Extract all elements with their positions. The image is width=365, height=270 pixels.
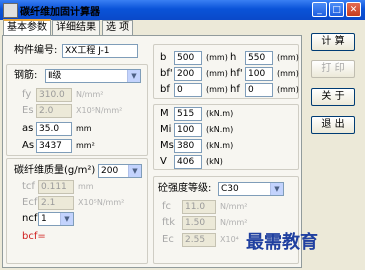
mi-unit: (kN.m): [206, 125, 234, 134]
m-field[interactable]: 515: [174, 107, 202, 121]
window-title: 碳纤维加固计算器: [20, 7, 100, 18]
hf-field[interactable]: 0: [245, 83, 273, 97]
ec-field: 2.55: [182, 233, 216, 247]
tcf-unit: mm: [78, 182, 94, 191]
mi-field[interactable]: 100: [174, 123, 202, 137]
ec-label: Ec: [162, 234, 174, 245]
b-unit: (mm): [206, 53, 228, 62]
minimize-button[interactable]: _: [312, 2, 327, 17]
tab-detail-results[interactable]: 详细结果: [52, 20, 100, 35]
tcf-field: 0.111: [38, 180, 74, 194]
ms-unit: (kN.m): [206, 141, 234, 150]
rebar-grade-select[interactable]: Ⅱ级 ▼: [45, 69, 141, 83]
bf1-label: bf': [160, 68, 173, 79]
h-field[interactable]: 550: [245, 51, 273, 65]
tcf-label: tcf: [22, 181, 35, 192]
as-label: as: [22, 123, 34, 134]
fy-label: fy: [22, 89, 32, 100]
component-field[interactable]: XX工程 J-1: [62, 44, 138, 58]
es-unit: X10⁵N/mm²: [76, 106, 123, 115]
ftk-unit: N/mm²: [220, 218, 248, 227]
print-button[interactable]: 打 印: [311, 60, 355, 78]
fc-field: 11.0: [182, 200, 216, 214]
hf1-label: hf': [230, 68, 243, 79]
bcf-label: bcf=: [22, 231, 46, 242]
about-button[interactable]: 关 于: [311, 88, 355, 106]
hf-label: hf: [230, 84, 240, 95]
close-button[interactable]: ✕: [346, 2, 361, 17]
maximize-button[interactable]: □: [329, 2, 344, 17]
bf-label: bf: [160, 84, 170, 95]
ec-unit: X10⁴: [220, 235, 239, 244]
hf1-unit: (mm): [277, 69, 299, 78]
as-unit: mm: [76, 124, 92, 133]
cfrp-mass-select[interactable]: 200 ▼: [98, 164, 142, 178]
tab-options[interactable]: 选 项: [102, 20, 134, 35]
tab-basic-params[interactable]: 基本参数: [3, 19, 51, 36]
concrete-grade-select[interactable]: C30 ▼: [218, 182, 284, 196]
hf1-field[interactable]: 100: [245, 67, 273, 81]
m-label: M: [160, 108, 169, 119]
ms-field[interactable]: 380: [174, 139, 202, 153]
ftk-label: ftk: [162, 217, 176, 228]
component-label: 构件编号:: [14, 45, 58, 56]
bf1-unit: (mm): [206, 69, 228, 78]
app-icon: [3, 3, 18, 18]
area-field[interactable]: 3437: [36, 139, 72, 153]
b-label: b: [160, 52, 167, 63]
fc-label: fc: [162, 201, 172, 212]
ecf-unit: X10⁵N/mm²: [78, 198, 125, 207]
area-unit: mm²: [76, 141, 95, 150]
es-label: Es: [22, 105, 34, 116]
mi-label: Mi: [160, 124, 172, 135]
fy-field: 310.0: [36, 88, 72, 102]
chevron-down-icon: ▼: [127, 70, 140, 82]
exit-button[interactable]: 退 出: [311, 116, 355, 134]
area-label: As: [22, 140, 35, 151]
h-unit: (mm): [277, 53, 299, 62]
concrete-label: 砼强度等级:: [158, 183, 212, 194]
ftk-field: 1.50: [182, 216, 216, 230]
chevron-down-icon: ▼: [128, 165, 141, 177]
v-field[interactable]: 406: [174, 155, 202, 169]
fc-unit: N/mm²: [220, 202, 248, 211]
v-label: V: [160, 156, 167, 167]
as-field[interactable]: 35.0: [36, 122, 72, 136]
watermark: 最需教育: [246, 232, 318, 253]
fy-unit: N/mm²: [76, 90, 104, 99]
ms-label: Ms: [160, 140, 174, 151]
ecf-field: 2.1: [38, 196, 74, 210]
h-label: h: [230, 52, 237, 63]
cfrp-label: 碳纤维质量(g/m²): [14, 165, 96, 176]
bf1-field[interactable]: 200: [174, 67, 202, 81]
bf-field[interactable]: 0: [174, 83, 202, 97]
calculate-button[interactable]: 计 算: [311, 33, 355, 51]
b-field[interactable]: 500: [174, 51, 202, 65]
chevron-down-icon: ▼: [60, 213, 73, 225]
m-unit: (kN.m): [206, 109, 234, 118]
v-unit: (kN): [206, 157, 223, 166]
ncf-label: ncf: [22, 213, 38, 224]
ncf-select[interactable]: 1 ▼: [38, 212, 74, 226]
chevron-down-icon: ▼: [270, 183, 283, 195]
bf-unit: (mm): [206, 85, 228, 94]
rebar-label: 钢筋:: [14, 70, 38, 81]
ecf-label: Ecf: [22, 197, 38, 208]
es-field: 2.0: [36, 104, 72, 118]
hf-unit: (mm): [277, 85, 299, 94]
